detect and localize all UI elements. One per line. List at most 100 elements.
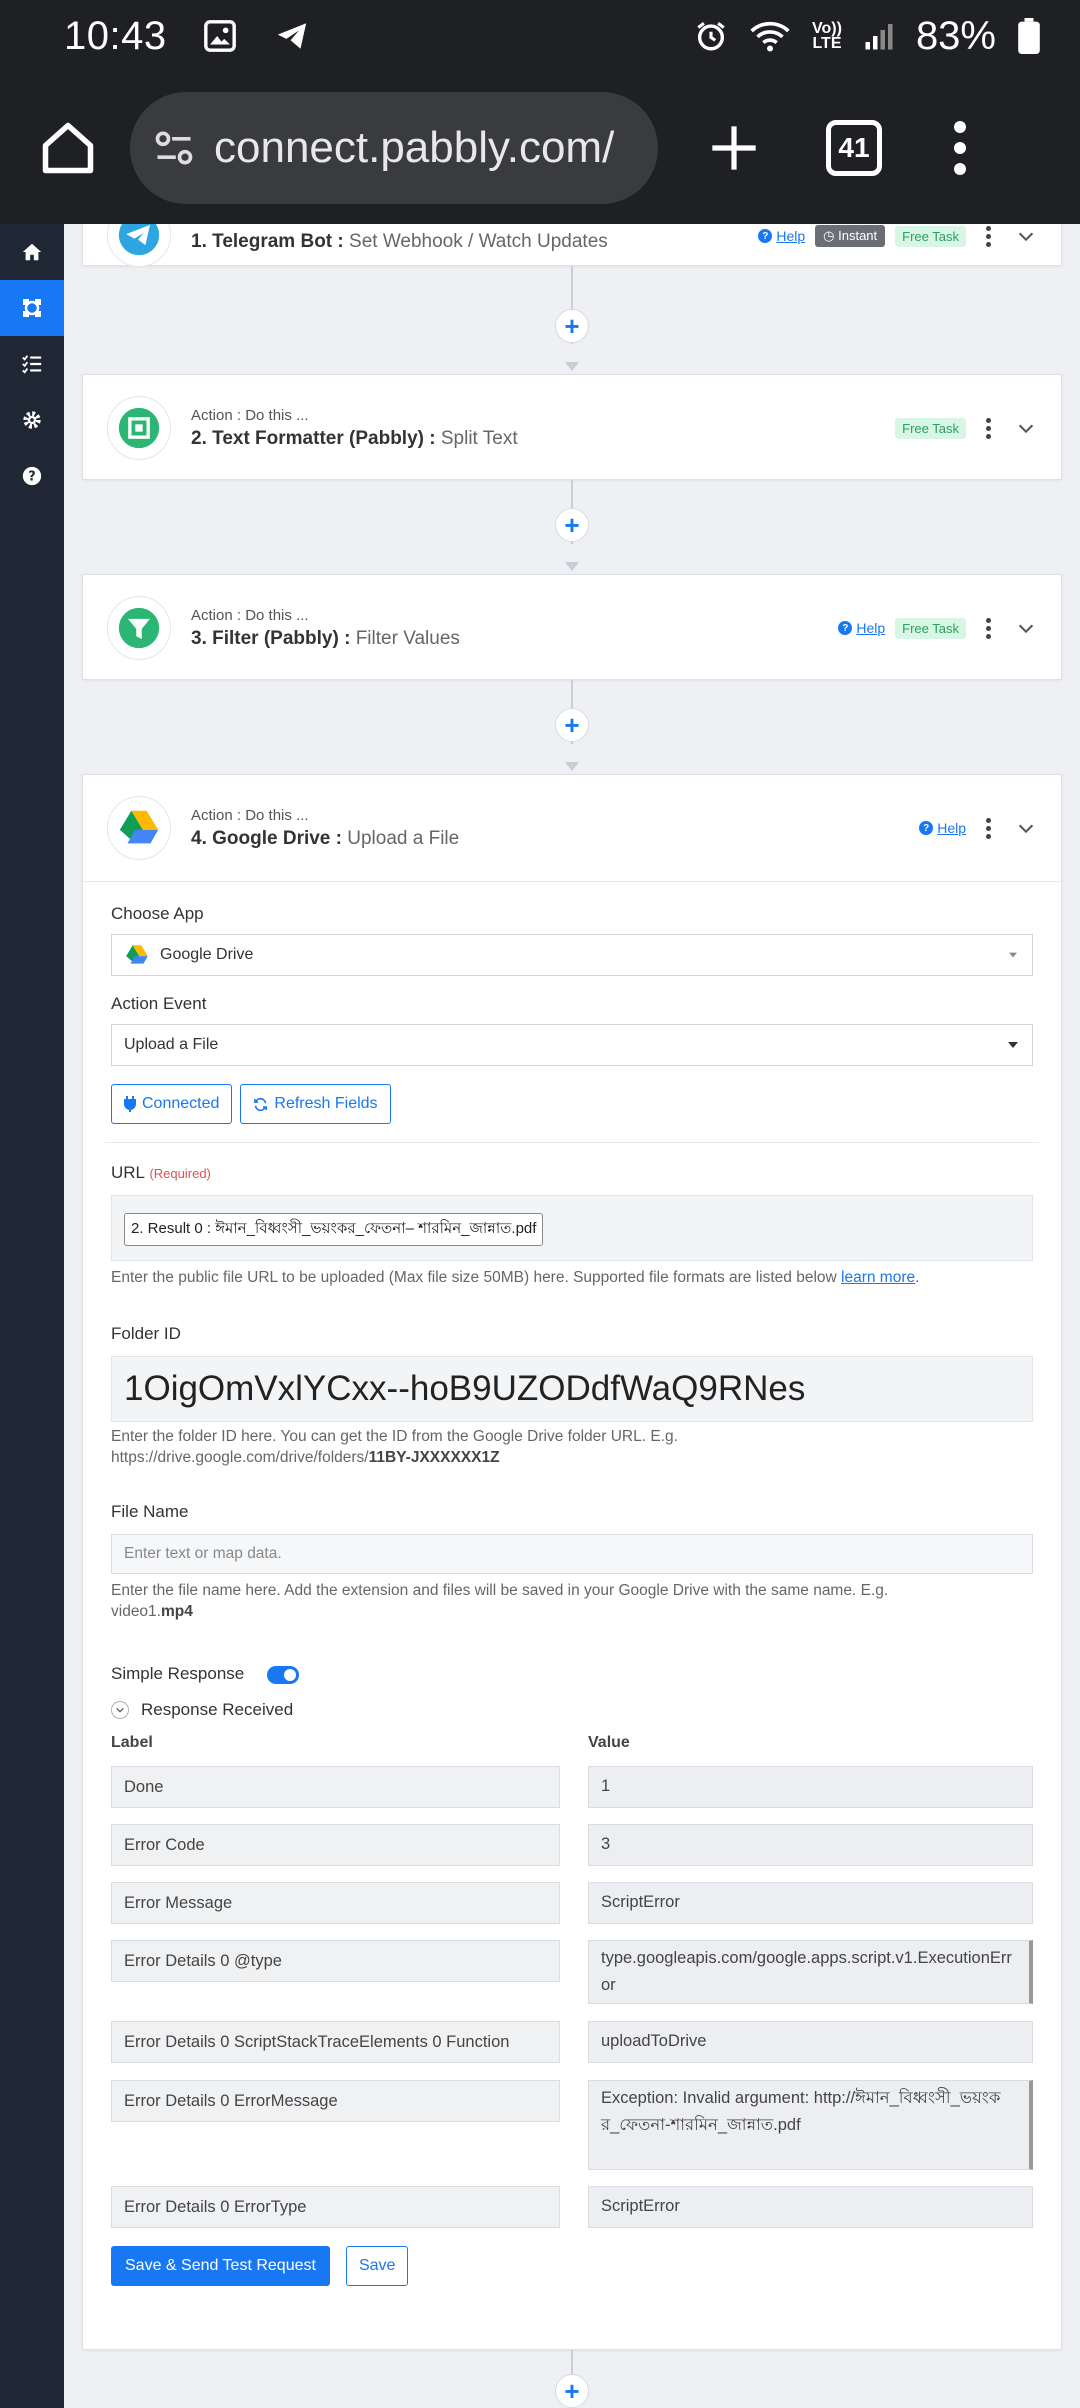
collapse-toggle[interactable] (111, 1701, 129, 1719)
save-button[interactable]: Save (345, 2246, 409, 2286)
help-icon: ? (22, 466, 42, 486)
chevron-down-icon[interactable] (1015, 417, 1037, 439)
simple-response-toggle[interactable] (266, 1665, 299, 1684)
step-options-button[interactable] (986, 817, 991, 839)
response-value-cell[interactable]: 3 (588, 1824, 1033, 1866)
file-name-input[interactable]: Enter text or map data. (111, 1534, 1033, 1574)
url-field[interactable]: 2. Result 0 : ঈমান_বিধ্বংসী_ভয়ংকর_ফেতনা… (111, 1195, 1033, 1261)
step-event: Split Text (440, 427, 518, 449)
value-column-header: Value (588, 1734, 630, 1751)
instant-badge: ◷ Instant (815, 225, 886, 247)
file-name-label: File Name (111, 1502, 189, 1521)
alarm-icon (697, 22, 725, 51)
wifi-icon (750, 21, 790, 52)
action-event-label: Action Event (111, 994, 207, 1013)
tab-switcher-button[interactable]: 41 (826, 120, 882, 176)
lte-indicator: Vo)) LTE (812, 20, 842, 52)
step-card-telegram[interactable]: 1. Telegram Bot : Set Webhook / Watch Up… (82, 224, 1062, 267)
response-label-cell: Error Details 0 ScriptStackTraceElements… (111, 2021, 560, 2063)
refresh-icon (254, 1097, 268, 1111)
sidebar-item-settings[interactable] (0, 392, 64, 448)
step-title: 2. Text Formatter (Pabbly) : (191, 427, 436, 449)
browser-toolbar: connect.pabbly.com/ 41 (0, 72, 1080, 224)
sidebar-item-workflows[interactable] (0, 280, 64, 336)
file-name-hint: Enter the file name here. Add the extens… (111, 1582, 889, 1620)
add-step-button[interactable]: + (555, 708, 589, 742)
new-tab-button[interactable] (702, 116, 766, 180)
free-task-badge: Free Task (895, 617, 966, 639)
workflow-canvas: 1. Telegram Bot : Set Webhook / Watch Up… (64, 224, 1080, 2408)
response-label-cell: Error Code (111, 1824, 560, 1866)
app-sidebar: ? (0, 224, 64, 2408)
step-title: 3. Filter (Pabbly) : (191, 627, 351, 649)
add-step-button[interactable]: + (555, 2374, 589, 2408)
step-options-button[interactable] (986, 225, 991, 247)
google-drive-logo-icon (107, 796, 171, 860)
site-settings-icon[interactable] (152, 126, 196, 170)
connector-arrow (565, 762, 579, 771)
connector-arrow (565, 362, 579, 371)
choose-app-label: Choose App (111, 904, 204, 923)
help-link[interactable]: ? Help (758, 228, 805, 244)
text-formatter-logo-icon (107, 396, 171, 460)
step-subtitle: Action : Do this ... (191, 806, 309, 824)
response-value-cell[interactable]: ScriptError (588, 1882, 1033, 1924)
caret-down-icon (1009, 952, 1017, 958)
url-label: URL (111, 1163, 146, 1182)
url-hint: Enter the public file URL to be uploaded… (111, 1269, 920, 1286)
help-link[interactable]: ? Help (838, 620, 885, 636)
chevron-down-icon[interactable] (1015, 617, 1037, 639)
status-time: 10:43 (64, 13, 167, 58)
sidebar-item-tasks[interactable] (0, 336, 64, 392)
learn-more-link[interactable]: learn more (841, 1269, 915, 1286)
chevron-down-icon[interactable] (1015, 817, 1037, 839)
step-title: 4. Google Drive : (191, 827, 342, 849)
add-step-button[interactable]: + (555, 309, 589, 343)
step-options-button[interactable] (986, 417, 991, 439)
response-value-cell[interactable]: type.googleapis.com/google.apps.script.v… (588, 1940, 1033, 2004)
step-subtitle: Action : Do this ... (191, 406, 309, 424)
gear-icon (23, 411, 41, 429)
battery-percent: 83% (915, 13, 996, 58)
step-card-text-formatter[interactable]: Action : Do this ... 2. Text Formatter (… (82, 374, 1062, 480)
response-value-cell[interactable]: uploadToDrive (588, 2021, 1033, 2063)
step-config-form: Choose App Google Drive Action Event Upl… (83, 881, 1061, 2351)
response-value-cell[interactable]: Exception: Invalid argument: http://ঈমান… (588, 2080, 1033, 2170)
battery-icon (1018, 18, 1040, 54)
response-received-label: Response Received (141, 1700, 294, 1719)
home-button[interactable] (30, 110, 106, 186)
gallery-icon (203, 20, 236, 52)
help-link[interactable]: ? Help (919, 820, 966, 836)
refresh-fields-button[interactable]: Refresh Fields (240, 1084, 391, 1124)
step-options-button[interactable] (986, 617, 991, 639)
response-value-cell[interactable]: ScriptError (588, 2186, 1033, 2228)
workflow-icon (23, 299, 41, 317)
url-text: connect.pabbly.com/ (214, 123, 615, 172)
step-subtitle: Action : Do this ... (191, 606, 309, 624)
sidebar-item-help[interactable]: ? (0, 448, 64, 504)
required-marker: (Required) (149, 1166, 211, 1181)
connected-button[interactable]: Connected (111, 1084, 233, 1124)
help-icon: ? (919, 821, 934, 835)
browser-menu-button[interactable] (954, 121, 966, 175)
save-and-send-test-button[interactable]: Save & Send Test Request (111, 2246, 330, 2286)
step-card-filter[interactable]: Action : Do this ... 3. Filter (Pabbly) … (82, 574, 1062, 680)
chevron-down-icon[interactable] (1015, 225, 1037, 247)
choose-app-select[interactable]: Google Drive (111, 934, 1033, 976)
folder-id-field[interactable]: 1OigOmVxlYCxx--hoB9UZODdfWaQ9RNes (111, 1356, 1033, 1422)
plug-icon (124, 1096, 136, 1112)
svg-text:?: ? (28, 470, 35, 485)
caret-down-icon (1008, 1042, 1018, 1048)
step-card-google-drive[interactable]: Action : Do this ... 4. Google Drive : U… (82, 774, 1062, 2350)
address-bar[interactable]: connect.pabbly.com/ (130, 92, 658, 204)
add-step-button[interactable]: + (555, 508, 589, 542)
connector-arrow (565, 562, 579, 571)
home-icon (22, 243, 42, 261)
response-value-cell[interactable]: 1 (588, 1766, 1033, 1808)
telegram-logo-icon (107, 224, 171, 267)
simple-response-label: Simple Response (111, 1664, 245, 1683)
sidebar-item-home[interactable] (0, 224, 64, 280)
mapped-data-chip[interactable]: 2. Result 0 : ঈমান_বিধ্বংসী_ভয়ংকর_ফেতনা… (124, 1213, 544, 1246)
action-event-select[interactable]: Upload a File (111, 1024, 1033, 1066)
free-task-badge: Free Task (895, 417, 966, 439)
